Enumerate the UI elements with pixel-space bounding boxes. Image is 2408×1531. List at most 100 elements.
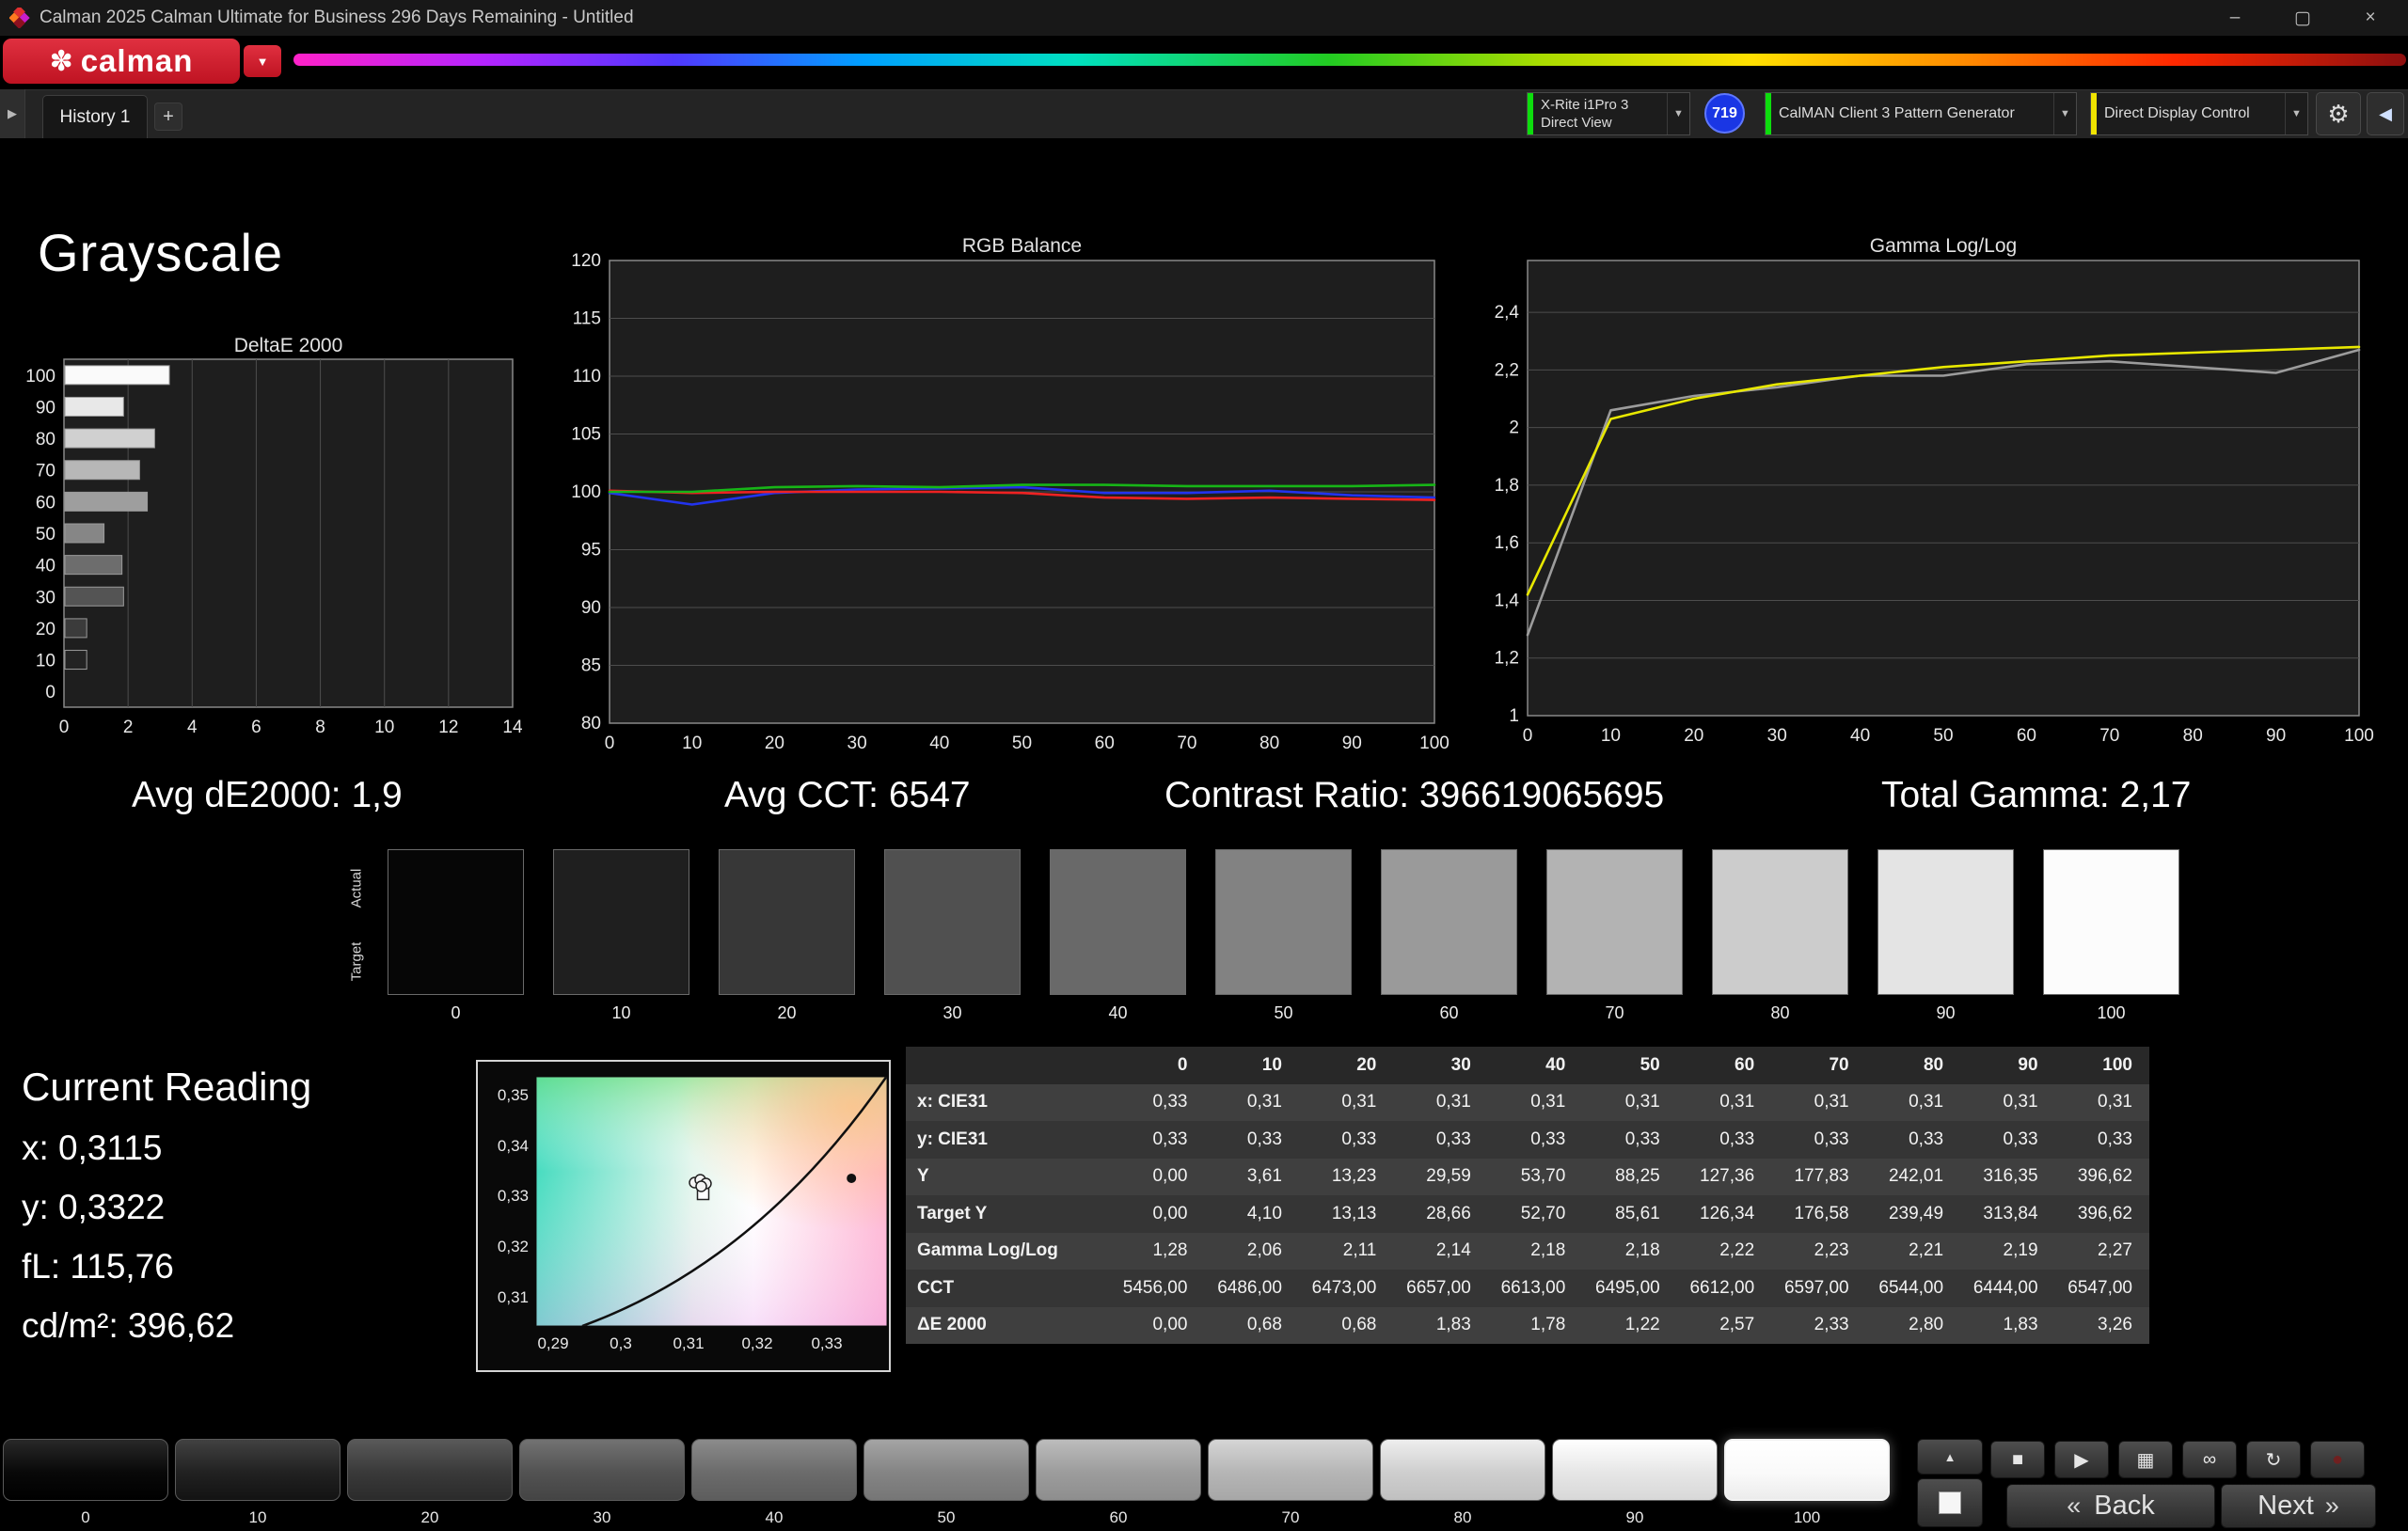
grayscale-swatch-40 — [1050, 849, 1186, 995]
app-icon — [9, 8, 30, 28]
table-cell: 0,31 — [1204, 1084, 1298, 1122]
svg-text:8: 8 — [315, 718, 325, 737]
patch-button-10[interactable] — [175, 1439, 341, 1501]
record-button[interactable]: ● — [2310, 1441, 2365, 1478]
chevron-right-icon: ▶ — [8, 106, 17, 121]
svg-text:2: 2 — [123, 718, 134, 737]
patch-button-60[interactable] — [1036, 1439, 1201, 1501]
svg-text:80: 80 — [581, 714, 601, 734]
cie-chart — [536, 1077, 887, 1326]
patch-slot-10: 10 — [175, 1439, 341, 1527]
patch-button-90[interactable] — [1552, 1439, 1718, 1501]
panel-toggle-button[interactable]: ▶ — [0, 89, 25, 138]
table-cell: 0,33 — [1110, 1121, 1204, 1159]
cie-xtick: 0,32 — [731, 1334, 784, 1353]
table-cell: 239,49 — [1866, 1195, 1960, 1233]
svg-text:105: 105 — [571, 425, 601, 445]
table-cell: 88,25 — [1582, 1159, 1676, 1196]
minimize-button[interactable]: – — [2209, 0, 2261, 36]
patch-button-100[interactable] — [1724, 1439, 1890, 1501]
svg-text:80: 80 — [1259, 734, 1279, 752]
reading-cdm2: cd/m²: 396,62 — [22, 1306, 234, 1346]
table-cell: 13,13 — [1299, 1195, 1393, 1233]
patch-button-80[interactable] — [1380, 1439, 1545, 1501]
pattern-generator-dropdown[interactable]: CalMAN Client 3 Pattern Generator ▼ — [1765, 92, 2077, 135]
row-label: x: CIE31 — [906, 1084, 1110, 1122]
table-cell: 5456,00 — [1110, 1270, 1204, 1307]
table-cell: 2,21 — [1866, 1233, 1960, 1271]
tab-history-1[interactable]: History 1 — [42, 95, 148, 138]
cie-xtick: 0,31 — [662, 1334, 715, 1353]
pattern-window-button[interactable] — [1917, 1478, 1983, 1527]
svg-text:120: 120 — [571, 251, 601, 271]
refresh-button[interactable]: ↻ — [2246, 1441, 2301, 1478]
chevrons-right-icon: » — [2325, 1492, 2339, 1521]
table-cell: 0,00 — [1110, 1195, 1204, 1233]
stop-button[interactable]: ■ — [1990, 1441, 2045, 1478]
swatch-slot-70: 70 — [1546, 849, 1683, 1023]
row-label: CCT — [906, 1270, 1110, 1307]
table-cell: 396,62 — [2055, 1159, 2149, 1196]
svg-text:12: 12 — [438, 718, 458, 737]
add-tab-button[interactable]: + — [154, 103, 182, 131]
patch-button-label: 20 — [421, 1508, 439, 1527]
save-button[interactable]: ▦ — [2118, 1441, 2173, 1478]
table-cell: 2,18 — [1582, 1233, 1676, 1271]
collapse-panel-button[interactable]: ◀ — [2367, 92, 2404, 135]
patch-button-40[interactable] — [691, 1439, 857, 1501]
patch-slot-60: 60 — [1036, 1439, 1201, 1527]
deltae-chart: 024681012141009080706050403020100 — [19, 344, 527, 754]
cie-xtick: 0,29 — [527, 1334, 579, 1353]
table-cell: 2,18 — [1488, 1233, 1582, 1271]
table-cell: 85,61 — [1582, 1195, 1676, 1233]
close-button[interactable]: × — [2344, 0, 2397, 36]
svg-text:20: 20 — [36, 620, 55, 639]
patch-slot-40: 40 — [691, 1439, 857, 1527]
settings-button[interactable]: ⚙ — [2316, 92, 2361, 135]
svg-text:90: 90 — [2266, 726, 2286, 746]
col-header-20: 20 — [1299, 1047, 1393, 1084]
table-cell: 6597,00 — [1771, 1270, 1865, 1307]
grayscale-swatch-0 — [388, 849, 524, 995]
transport-controls: ■▶▦∞↻● — [1990, 1441, 2365, 1478]
col-header-70: 70 — [1771, 1047, 1865, 1084]
chevron-up-icon: ▲ — [1944, 1450, 1956, 1464]
patch-button-30[interactable] — [519, 1439, 685, 1501]
table-cell: 0,68 — [1204, 1307, 1298, 1345]
readings-table: 0102030405060708090100x: CIE310,330,310,… — [906, 1047, 2149, 1344]
patch-button-50[interactable] — [863, 1439, 1029, 1501]
svg-text:60: 60 — [1095, 734, 1115, 752]
chevron-down-icon: ▼ — [1667, 93, 1689, 134]
swatch-label: 10 — [611, 1003, 630, 1023]
table-cell: 2,14 — [1393, 1233, 1487, 1271]
svg-text:70: 70 — [2099, 726, 2119, 746]
table-cell: 2,19 — [1960, 1233, 2054, 1271]
patch-slot-90: 90 — [1552, 1439, 1718, 1527]
expand-controls-button[interactable]: ▲ — [1917, 1439, 1983, 1475]
maximize-button[interactable]: ▢ — [2276, 0, 2329, 36]
rgb-balance-chart: 8085909510010511011512001020304050607080… — [564, 237, 1449, 752]
table-cell: 3,61 — [1204, 1159, 1298, 1196]
logo-menu-caret-button[interactable]: ▼ — [244, 45, 281, 77]
next-button[interactable]: Next » — [2221, 1484, 2376, 1528]
patch-button-label: 80 — [1454, 1508, 1472, 1527]
cie-ytick: 0,35 — [482, 1086, 529, 1105]
calman-logo-button[interactable]: ✽ calman — [3, 39, 240, 84]
svg-text:110: 110 — [573, 367, 601, 387]
table-cell: 0,33 — [1299, 1121, 1393, 1159]
loop-button[interactable]: ∞ — [2182, 1441, 2237, 1478]
display-control-dropdown[interactable]: Direct Display Control ▼ — [2090, 92, 2308, 135]
swatch-slot-100: 100 — [2043, 849, 2179, 1023]
play-button[interactable]: ▶ — [2054, 1441, 2109, 1478]
svg-text:50: 50 — [36, 525, 55, 545]
swatch-slot-50: 50 — [1215, 849, 1352, 1023]
back-button[interactable]: « Back — [2006, 1484, 2215, 1528]
patch-button-70[interactable] — [1208, 1439, 1373, 1501]
patch-button-0[interactable] — [3, 1439, 168, 1501]
meter-dropdown[interactable]: X-Rite i1Pro 3 Direct View ▼ — [1527, 92, 1690, 135]
svg-text:100: 100 — [571, 482, 601, 502]
page-title: Grayscale — [38, 222, 283, 283]
table-cell: 2,23 — [1771, 1233, 1865, 1271]
patch-button-20[interactable] — [347, 1439, 513, 1501]
col-header-80: 80 — [1866, 1047, 1960, 1084]
